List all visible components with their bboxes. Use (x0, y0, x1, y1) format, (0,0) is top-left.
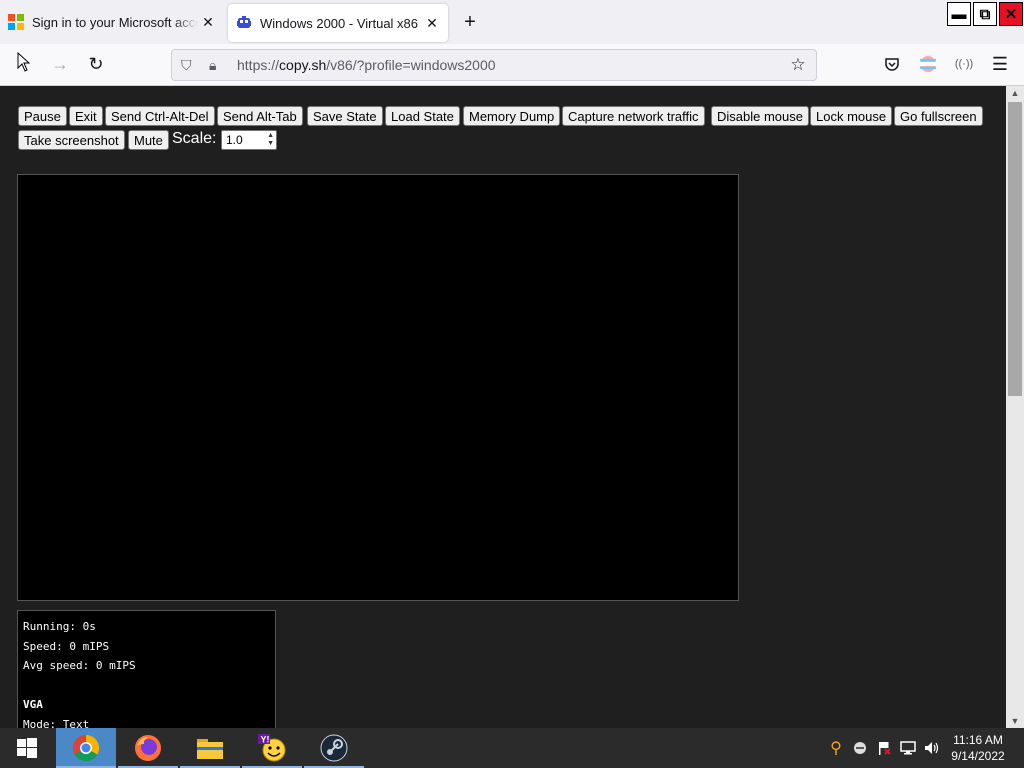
new-tab-button[interactable]: + (458, 10, 482, 34)
v86-logo-icon (236, 15, 252, 31)
account-avatar-icon[interactable] (916, 52, 940, 76)
avg-speed: Avg speed: 0 mIPS (23, 659, 136, 672)
url-bar[interactable]: ⛉ 🔒︎ https://copy.sh/v86/?profile=window… (171, 49, 817, 81)
close-tab-icon[interactable]: ✕ (422, 13, 442, 33)
scrollbar-thumb[interactable] (1008, 102, 1022, 396)
minimize-button[interactable]: ▬ (947, 2, 971, 26)
url-text[interactable]: https://copy.sh/v86/?profile=windows2000 (237, 57, 788, 73)
forward-icon[interactable]: → (48, 52, 72, 76)
network-tray-icon[interactable] (898, 738, 918, 758)
mouse-pointer-icon (17, 52, 31, 72)
scroll-down-icon[interactable]: ▼ (1006, 714, 1024, 728)
send-alt-tab-button[interactable]: Send Alt-Tab (217, 106, 303, 126)
capture-network-traffic-button[interactable]: Capture network traffic (562, 106, 705, 126)
pocket-icon[interactable] (880, 52, 904, 76)
take-screenshot-button[interactable]: Take screenshot (18, 130, 125, 150)
menu-icon[interactable]: ☰ (988, 52, 1012, 76)
firefox-icon[interactable] (118, 728, 178, 768)
file-explorer-icon[interactable] (180, 728, 240, 768)
window-close-button[interactable]: ✕ (999, 2, 1023, 26)
flag-tray-icon[interactable] (874, 738, 894, 758)
tab-title: Sign in to your Microsoft account (32, 14, 198, 30)
clock-time: 11:16 AM (953, 733, 1003, 747)
emulator-screen[interactable] (17, 174, 739, 601)
scroll-up-icon[interactable]: ▲ (1006, 86, 1024, 100)
scale-input[interactable]: 1.0 ▲ ▼ (221, 130, 277, 150)
lock-mouse-button[interactable]: Lock mouse (810, 106, 893, 126)
taskbar: Y! ⚲ 11:16 AM 9/14/2022 (0, 728, 1024, 768)
extension-icon[interactable]: ((·)) (952, 52, 976, 76)
windows-start-icon[interactable] (0, 728, 54, 768)
running-time: Running: 0s (23, 620, 96, 633)
memory-dump-button[interactable]: Memory Dump (463, 106, 561, 126)
tab-microsoft-signin[interactable]: Sign in to your Microsoft account ✕ (0, 0, 224, 44)
scale-label: Scale: (172, 130, 217, 147)
close-tab-icon[interactable]: ✕ (198, 12, 218, 32)
status-tray-icon[interactable] (850, 738, 870, 758)
bookmark-star-icon[interactable]: ☆ (788, 55, 808, 75)
send-ctrl-alt-del-button[interactable]: Send Ctrl-Alt-Del (105, 106, 215, 126)
load-state-button[interactable]: Load State (385, 106, 460, 126)
spinner-arrows-icon[interactable]: ▲ ▼ (267, 132, 274, 148)
speed: Speed: 0 mIPS (23, 639, 110, 653)
vga-heading: VGA (23, 698, 43, 711)
tracking-protection-shield-icon[interactable]: ⛉ (181, 57, 197, 74)
lock-icon[interactable]: 🔒︎ (209, 57, 225, 74)
page-scrollbar[interactable]: ▲ ▼ (1006, 86, 1024, 728)
clock-date: 9/14/2022 (951, 749, 1005, 763)
system-clock[interactable]: 11:16 AM 9/14/2022 (944, 732, 1012, 764)
navigation-bar: → ↻ ⛉ 🔒︎ https://copy.sh/v86/?profile=wi… (0, 44, 1024, 86)
emulator-info-panel: Running: 0s Speed: 0 mIPS Avg speed: 0 m… (17, 610, 276, 728)
maximize-button[interactable]: ⧉ (973, 2, 997, 26)
window-controls: ▬ ⧉ ✕ (946, 0, 1024, 28)
svg-text:Y!: Y! (261, 735, 270, 745)
disable-mouse-button[interactable]: Disable mouse (711, 106, 809, 126)
vga-mode: Mode: Text (23, 717, 90, 729)
tab-title: Windows 2000 - Virtual x86 (260, 15, 419, 31)
chrome-icon[interactable] (56, 728, 116, 768)
volume-tray-icon[interactable] (922, 738, 942, 758)
exit-button[interactable]: Exit (69, 106, 103, 126)
yahoo-messenger-icon[interactable]: Y! (242, 728, 302, 768)
mute-button[interactable]: Mute (128, 130, 169, 150)
steam-icon[interactable] (304, 728, 364, 768)
reload-icon[interactable]: ↻ (84, 52, 108, 76)
go-fullscreen-button[interactable]: Go fullscreen (894, 106, 983, 126)
tab-windows-2000[interactable]: Windows 2000 - Virtual x86 ✕ (228, 4, 448, 42)
tab-strip: Sign in to your Microsoft account ✕ Wind… (0, 0, 1024, 44)
pause-button[interactable]: Pause (18, 106, 67, 126)
page-content: Pause Exit Send Ctrl-Alt-Del Send Alt-Ta… (0, 86, 1006, 728)
save-state-button[interactable]: Save State (307, 106, 383, 126)
search-tray-icon[interactable]: ⚲ (826, 738, 846, 758)
microsoft-logo-icon (8, 14, 24, 30)
